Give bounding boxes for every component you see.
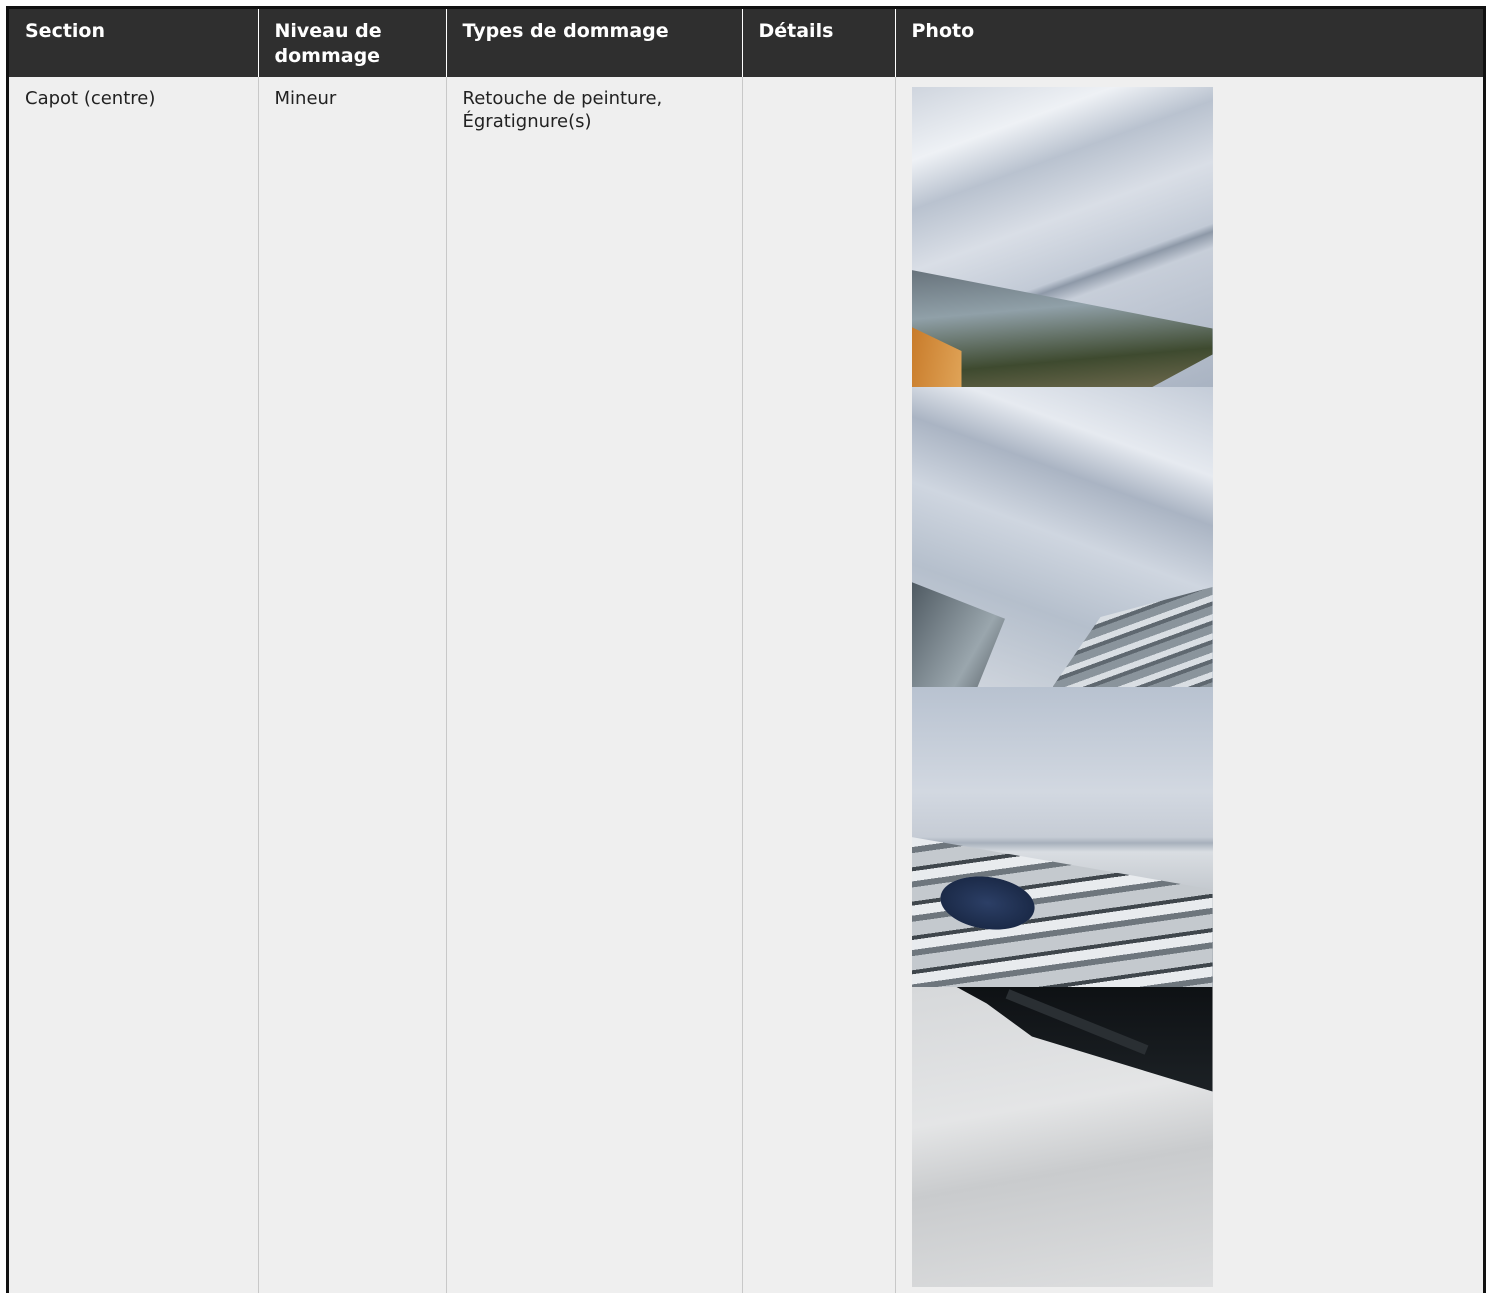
header-photo: Photo xyxy=(895,9,1483,77)
header-niveau: Niveau de dommage xyxy=(258,9,447,77)
header-types: Types de dommage xyxy=(446,9,743,77)
table-header-row: Section Niveau de dommage Types de domma… xyxy=(9,9,1483,77)
cell-photo xyxy=(895,77,1483,1293)
photo-stack xyxy=(911,87,1213,1287)
cell-details xyxy=(742,77,896,1293)
hood-emblem-photo[interactable] xyxy=(911,687,1213,987)
hood-headlight-photo[interactable] xyxy=(911,87,1213,387)
grille-shape xyxy=(1052,587,1213,687)
windshield-gap-shape xyxy=(956,987,1213,1092)
table-row: Capot (centre) Mineur Retouche de peintu… xyxy=(9,77,1483,1293)
headlight-shape xyxy=(911,582,1005,687)
header-section: Section xyxy=(9,9,259,77)
hood-wiper-photo[interactable] xyxy=(911,987,1213,1287)
damage-report-frame: Section Niveau de dommage Types de domma… xyxy=(6,6,1486,1293)
cell-section: Capot (centre) xyxy=(9,77,259,1293)
hood-grille-photo[interactable] xyxy=(911,387,1213,687)
cell-types: Retouche de peinture, Égratignure(s) xyxy=(446,77,743,1293)
cell-niveau: Mineur xyxy=(258,77,447,1293)
header-details: Détails xyxy=(742,9,896,77)
damage-table: Section Niveau de dommage Types de domma… xyxy=(9,9,1483,1293)
